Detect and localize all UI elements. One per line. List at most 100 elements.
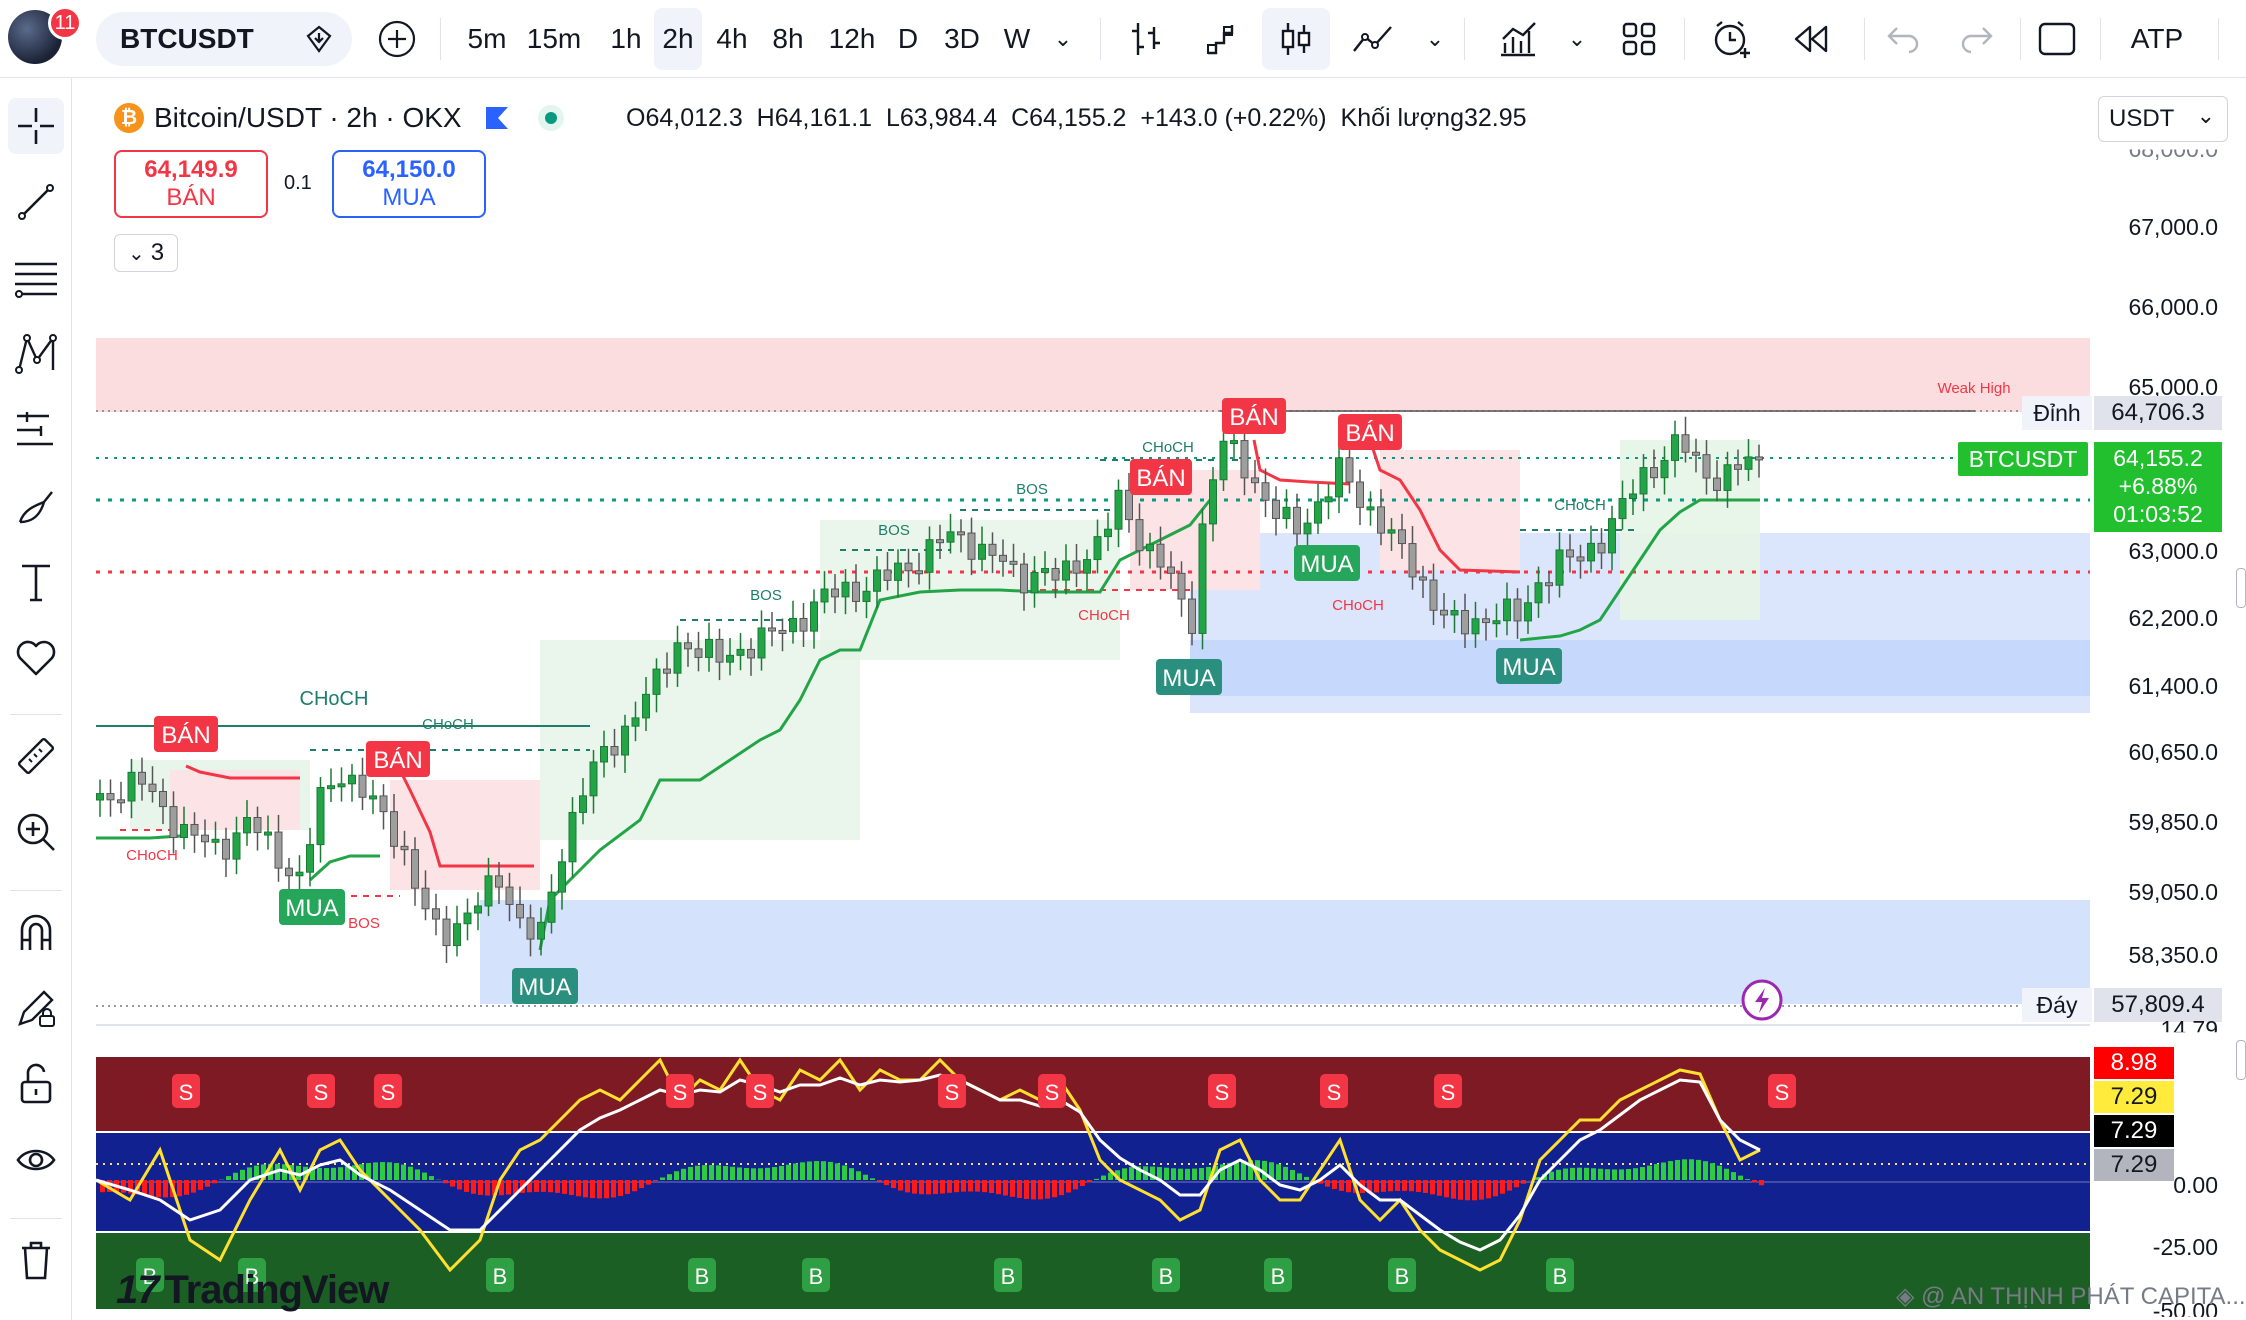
histogram-bar [1738,1175,1743,1180]
candle-body [1261,482,1270,501]
zoom-in-tool[interactable] [8,804,64,860]
interval-1[interactable]: 15m [520,8,588,70]
histogram-bar [1017,1180,1022,1199]
line-break-chart-button[interactable] [1196,8,1248,70]
interval-4[interactable]: 4h [712,8,752,70]
histogram-bar [338,1167,343,1180]
histogram-bar [1598,1168,1603,1180]
candles-chart-button[interactable] [1262,8,1330,70]
alert-button[interactable] [1704,8,1760,70]
pane-resize-handle[interactable] [2236,1040,2246,1080]
account-button[interactable]: ATP [2112,8,2202,70]
alarm-clock-icon [1714,21,1750,58]
brush-tool[interactable] [8,478,64,534]
histogram-bar [1416,1180,1421,1192]
pane-resize-handle[interactable] [2236,568,2246,608]
histogram-bar [205,1180,210,1187]
add-to-watchlist-icon[interactable] [304,24,334,54]
histogram-bar [555,1180,560,1193]
lock-drawing-tool[interactable] [8,980,64,1036]
replay-button[interactable] [1782,8,1838,70]
histogram-bar [877,1180,882,1182]
candle-body [1324,496,1333,503]
buy-button[interactable]: 64,150.0 MUA [332,150,486,218]
indicator-sell-marker: S [172,1074,200,1108]
candle-body [568,811,577,863]
interval-2[interactable]: 1h [606,8,646,70]
bos-label: BOS [1016,481,1048,498]
trend-line-tool[interactable] [8,174,64,230]
candle-body [1650,467,1658,479]
histogram-bar [996,1180,1001,1195]
chart-legend[interactable]: ₿ Bitcoin/USDT · 2h · OKX [114,102,566,134]
indicators-button[interactable] [1346,8,1402,70]
histogram-bar [1038,1180,1043,1200]
interval-3[interactable]: 2h [654,8,702,70]
histogram-bar [1465,1180,1470,1201]
indicators-chevron-icon[interactable]: ⌄ [1420,8,1450,70]
candle-body [1377,506,1385,534]
fib-tool[interactable] [8,250,64,306]
svg-text:MUA: MUA [285,895,338,922]
histogram-bar [1304,1176,1309,1180]
candle-body [736,648,745,656]
grid-icon [1622,22,1656,56]
candle-body [967,532,976,560]
candle-body [694,648,703,658]
interval-0[interactable]: 5m [462,8,512,70]
price-tick: 59,850.0 [2128,809,2218,835]
heart-icon [16,640,56,676]
author-name: @ AN THỊNH PHÁT CAPITA... [1921,1283,2246,1310]
financials-button[interactable] [1490,8,1546,70]
indicator-line-icon [1353,26,1392,52]
indicator-buy-marker: B [1264,1258,1292,1292]
currency-select[interactable]: USDT ⌄ [2098,96,2228,142]
prediction-tool[interactable] [8,402,64,458]
candle-body [1167,566,1175,574]
histogram-bar [1626,1168,1631,1180]
candle-body [295,871,304,877]
interval-6[interactable]: 12h [824,8,880,70]
magnet-tool[interactable] [8,904,64,960]
interval-8[interactable]: 3D [938,8,986,70]
svg-text:BÁN: BÁN [373,747,422,774]
candle-body [1219,440,1228,481]
redo-button[interactable] [1952,8,2002,70]
bar-chart-type-button[interactable] [1120,8,1172,70]
histogram-bar [1654,1164,1659,1180]
interval-9[interactable]: W [1000,8,1034,70]
flag-icon[interactable] [484,105,510,131]
interval-dropdown-chevron-icon[interactable]: ⌄ [1048,8,1078,70]
histogram-bar [1409,1180,1414,1192]
notification-badge[interactable]: 11 [48,6,82,40]
measure-tool[interactable] [8,728,64,784]
histogram-bar [1101,1175,1106,1180]
compare-symbol-button[interactable] [370,8,424,70]
crosshair-tool[interactable] [8,98,64,154]
lightning-icon[interactable] [1741,979,1783,1021]
candle-body [453,923,461,947]
text-tool[interactable] [8,554,64,610]
financials-chevron-icon[interactable]: ⌄ [1562,8,1592,70]
pattern-tool[interactable] [8,326,64,382]
symbol-search[interactable]: BTCUSDT [96,12,352,66]
tradingview-logo[interactable]: 17 TradingView [116,1268,389,1313]
lock-all-tool[interactable] [8,1056,64,1112]
svg-text:MUA: MUA [1502,654,1555,681]
svg-text:S: S [179,1080,194,1105]
remove-drawings-tool[interactable] [8,1232,64,1288]
fullscreen-button[interactable] [2030,8,2084,70]
candle-body [894,562,902,581]
histogram-bar [1458,1180,1463,1200]
histogram-bar [660,1177,665,1180]
interval-7[interactable]: D [894,8,922,70]
undo-button[interactable] [1878,8,1928,70]
interval-5[interactable]: 8h [768,8,808,70]
icon-tool[interactable] [8,630,64,686]
histogram-bar [156,1180,161,1198]
sell-button[interactable]: 64,149.9 BÁN [114,150,268,218]
layouts-button[interactable] [1612,8,1666,70]
candle-body [705,638,713,658]
indicators-collapse-button[interactable]: ⌄ 3 [114,234,178,272]
hide-drawings-tool[interactable] [8,1132,64,1188]
